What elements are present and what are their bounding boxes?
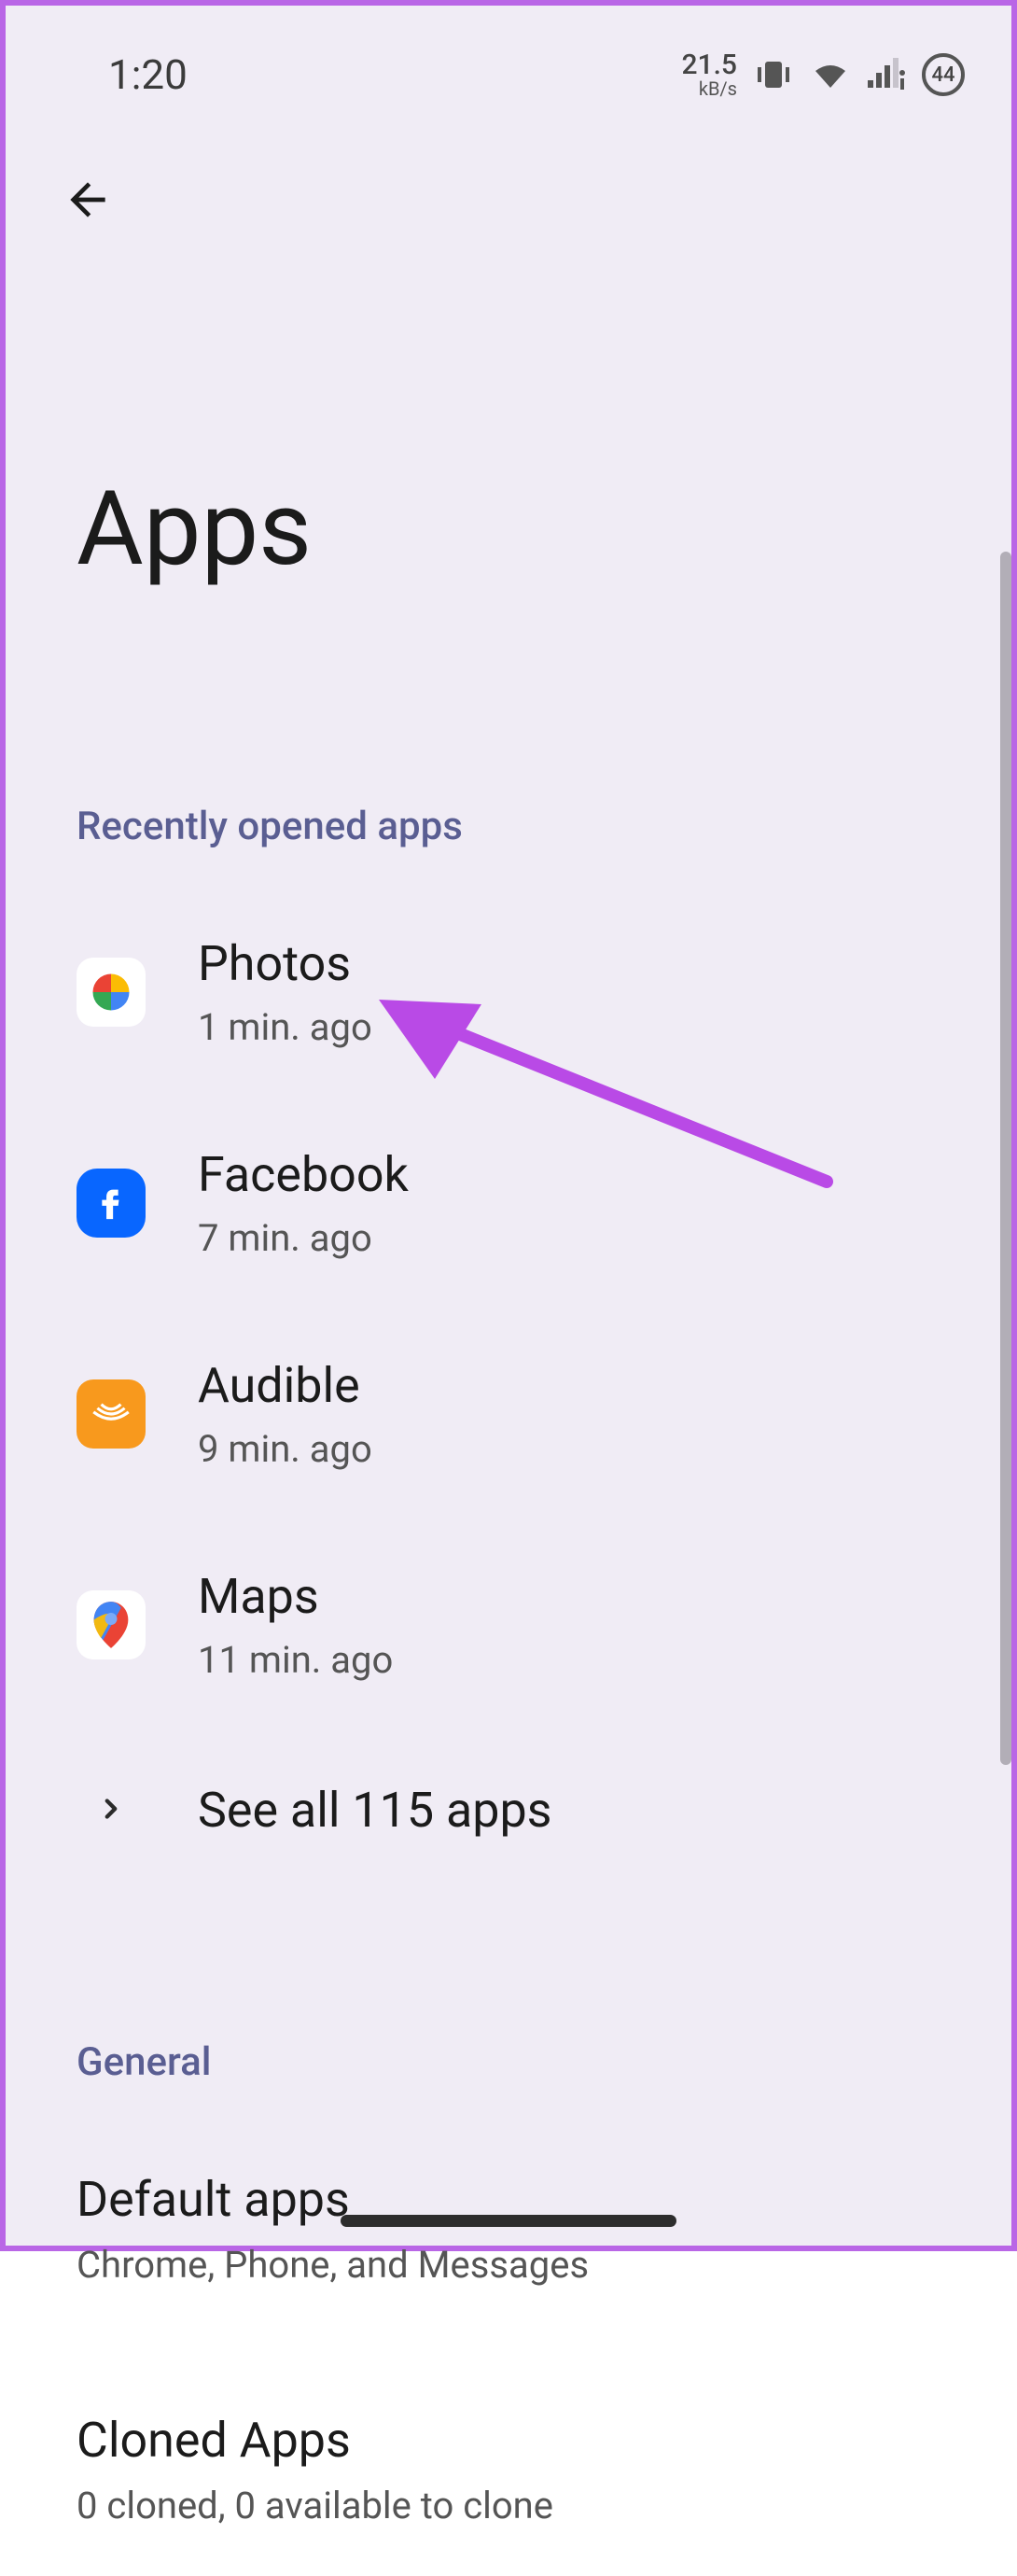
- back-button[interactable]: [62, 174, 114, 226]
- vibrate-icon: [754, 58, 793, 91]
- chevron-right-icon: [95, 1793, 127, 1828]
- wifi-icon: [810, 58, 851, 91]
- row-subtitle: Chrome, Phone, and Messages: [77, 2243, 974, 2287]
- default-apps-row[interactable]: Default apps Chrome, Phone, and Messages: [6, 2122, 1011, 2335]
- row-subtitle: 0 cloned, 0 available to clone: [77, 2484, 974, 2527]
- app-row-facebook[interactable]: Facebook 7 min. ago: [6, 1098, 1011, 1309]
- app-subtitle: 9 min. ago: [198, 1427, 372, 1471]
- gesture-bar[interactable]: [341, 2215, 676, 2227]
- app-name: Photos: [198, 935, 372, 992]
- scrollbar[interactable]: [1000, 552, 1011, 1765]
- see-all-apps[interactable]: See all 115 apps: [6, 1730, 1011, 1890]
- app-subtitle: 11 min. ago: [198, 1638, 393, 1682]
- facebook-app-icon: [77, 1169, 146, 1238]
- app-subtitle: 7 min. ago: [198, 1216, 409, 1260]
- section-header-recent: Recently opened apps: [6, 804, 1011, 849]
- app-name: Maps: [198, 1568, 393, 1625]
- status-icons: 21.5 kB/s 44: [682, 51, 966, 98]
- app-row-maps[interactable]: Maps 11 min. ago: [6, 1519, 1011, 1730]
- section-header-general: General: [6, 2039, 1011, 2085]
- network-speed: 21.5 kB/s: [682, 51, 738, 98]
- battery-indicator: 44: [922, 53, 965, 96]
- row-title: Cloned Apps: [77, 2412, 974, 2469]
- app-row-audible[interactable]: Audible 9 min. ago: [6, 1309, 1011, 1519]
- status-time: 1:20: [108, 50, 188, 99]
- page-title: Apps: [6, 245, 1011, 589]
- app-name: Facebook: [198, 1146, 409, 1203]
- cloned-apps-row[interactable]: Cloned Apps 0 cloned, 0 available to clo…: [6, 2363, 1011, 2576]
- signal-icon: [868, 58, 905, 91]
- see-all-label: See all 115 apps: [198, 1782, 552, 1839]
- status-bar: 1:20 21.5 kB/s 44: [6, 6, 1011, 108]
- app-name: Audible: [198, 1357, 372, 1414]
- app-row-photos[interactable]: Photos 1 min. ago: [6, 887, 1011, 1098]
- audible-app-icon: [77, 1379, 146, 1449]
- app-subtitle: 1 min. ago: [198, 1005, 372, 1049]
- maps-app-icon: [77, 1590, 146, 1659]
- photos-app-icon: [77, 958, 146, 1027]
